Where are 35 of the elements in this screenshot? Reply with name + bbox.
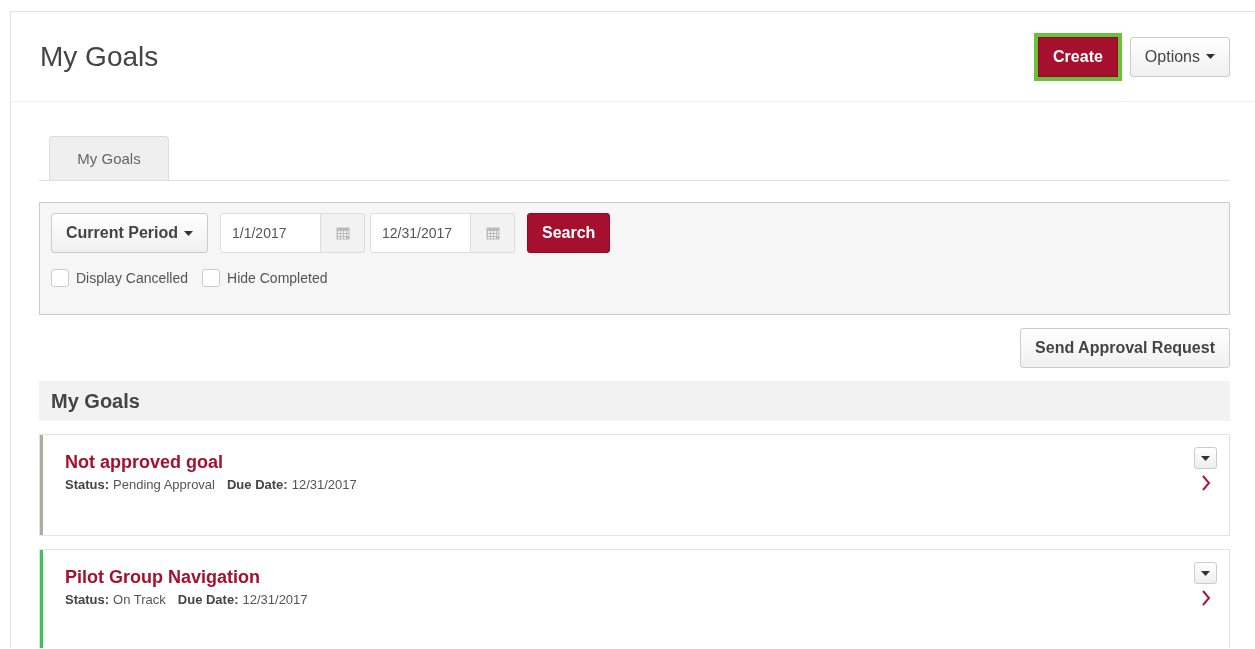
calendar-icon [485, 226, 500, 240]
status-label: Status: [65, 477, 110, 492]
period-dropdown[interactable]: Current Period [51, 213, 208, 253]
section-title: My Goals [51, 389, 140, 413]
tab[interactable]: My Goals [49, 136, 169, 180]
open-goal-button[interactable] [1200, 590, 1211, 606]
due-date-label: Due Date: [227, 477, 288, 492]
status-value: Pending Approval [113, 477, 215, 492]
caret-icon [1201, 570, 1210, 576]
goal-title-link[interactable]: Pilot Group Navigation [65, 567, 1194, 588]
caret-icon [1201, 455, 1210, 461]
open-goal-button[interactable] [1200, 475, 1211, 491]
checkbox-label: Hide Completed [227, 270, 328, 286]
caret-icon [1206, 54, 1215, 59]
search-button[interactable]: Search [527, 213, 611, 253]
checkbox-label: Display Cancelled [76, 270, 189, 286]
end-date-field[interactable]: 12/31/2017 [370, 213, 471, 253]
chevron-right-icon [1200, 475, 1211, 491]
checkbox[interactable] [202, 269, 221, 287]
options-button[interactable]: Options [1129, 36, 1230, 77]
due-date-value: 12/31/2017 [291, 477, 357, 492]
calendar-icon [335, 226, 350, 240]
start-date-field[interactable]: 1/1/2017 [220, 213, 321, 253]
goal-title-link[interactable]: Not approved goal [65, 452, 1194, 473]
due-date-label: Due Date: [177, 592, 239, 607]
menu-dropdown-button[interactable] [1194, 447, 1217, 469]
send-approval-button[interactable]: Send Approval Request [1020, 328, 1230, 368]
status-value: On Track [113, 592, 166, 607]
checkbox[interactable] [51, 269, 69, 287]
menu-dropdown-button[interactable] [1194, 562, 1217, 584]
chevron-right-icon [1200, 590, 1211, 606]
page-title: My Goals [40, 40, 159, 73]
caret-icon [184, 230, 193, 236]
status-label: Status: [65, 592, 110, 607]
due-date-value: 12/31/2017 [242, 592, 308, 607]
